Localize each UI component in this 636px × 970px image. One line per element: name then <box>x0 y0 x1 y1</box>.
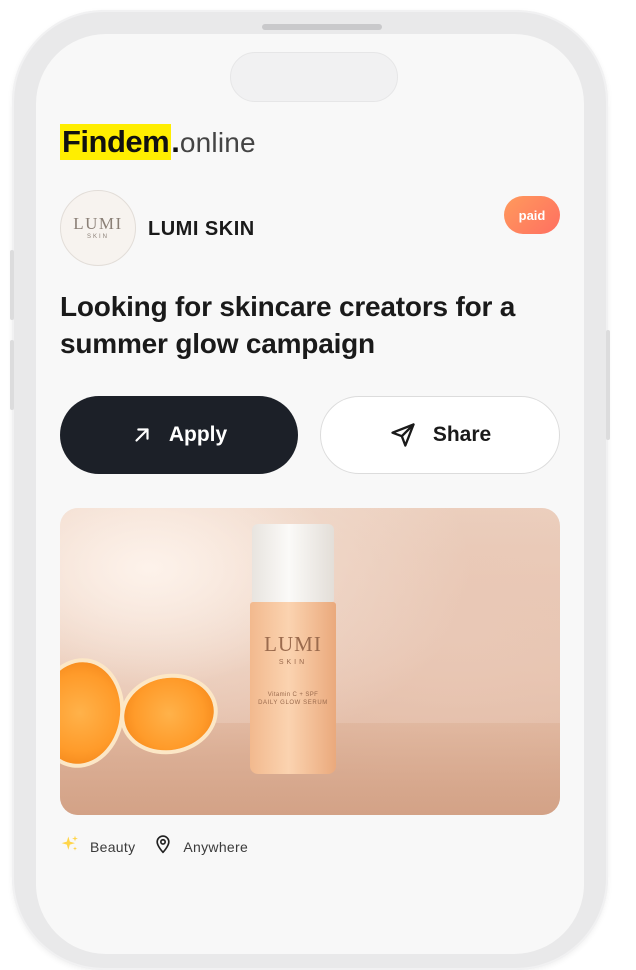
company-avatar[interactable]: LUMI SKIN <box>60 190 136 266</box>
bottle-cap <box>252 524 334 602</box>
bottle-brand: LUMI <box>264 632 322 656</box>
job-title: Looking for skincare creators for a summ… <box>60 291 516 359</box>
brand-dot: . <box>171 124 180 159</box>
campaign-image: LUMI SKIN Vitamin C + SPF DAILY GLOW SER… <box>60 508 560 815</box>
bottle-line2: DAILY GLOW SERUM <box>258 700 328 706</box>
brand-sub: online <box>179 127 256 158</box>
bottle-line1: Vitamin C + SPF <box>267 692 319 698</box>
paid-badge: paid <box>504 196 560 234</box>
arrow-up-right-icon <box>131 424 153 446</box>
brand-main: Findem <box>60 124 172 160</box>
phone-side-button <box>10 340 14 410</box>
brand-logo[interactable]: Findem. online <box>60 124 256 161</box>
phone-side-button <box>606 330 610 440</box>
company-name[interactable]: LUMI SKIN <box>148 218 255 241</box>
job-meta: Beauty Anywhere <box>60 834 248 859</box>
phone-top-edge <box>262 24 382 30</box>
map-pin-icon <box>153 834 173 859</box>
location-label: Anywhere <box>183 838 249 855</box>
company-logo-sub: SKIN <box>86 234 109 240</box>
share-label: Share <box>432 423 492 446</box>
apply-label: Apply <box>168 423 228 446</box>
sparkles-icon <box>60 834 80 859</box>
phone-side-button <box>10 250 14 320</box>
dynamic-island <box>230 52 398 102</box>
company-logo-word: LUMI <box>73 214 123 233</box>
send-icon <box>389 421 417 449</box>
serum-bottle: LUMI SKIN Vitamin C + SPF DAILY GLOW SER… <box>250 602 336 774</box>
share-button[interactable]: Share <box>320 396 560 474</box>
screen: Findem. online LUMI SKIN LUMI SKIN paid L… <box>36 34 584 954</box>
category-label: Beauty <box>90 838 136 855</box>
bottle-sub: SKIN <box>278 659 308 666</box>
apply-button[interactable]: Apply <box>60 396 298 474</box>
